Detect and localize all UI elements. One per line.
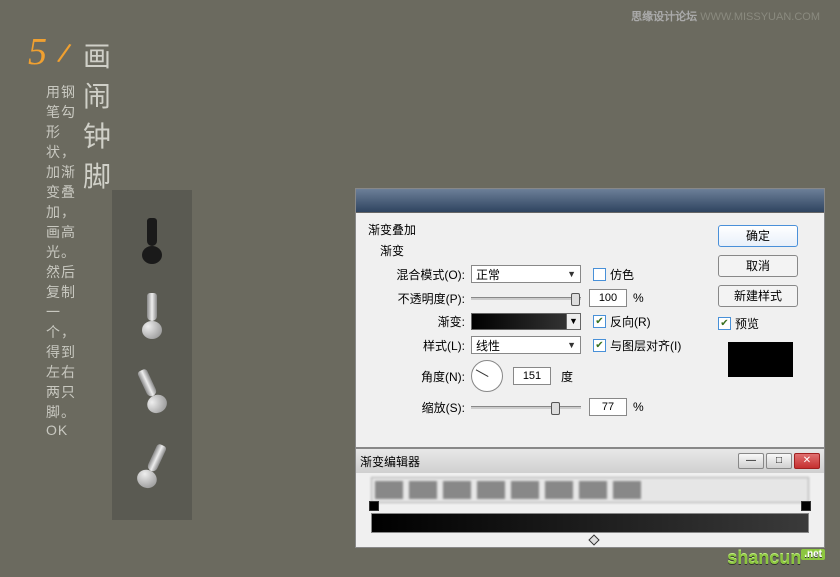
align-checkbox[interactable]: ✔ bbox=[593, 339, 606, 352]
reverse-checkbox[interactable]: ✔ bbox=[593, 315, 606, 328]
style-dropdown[interactable]: 线性▼ bbox=[471, 336, 581, 354]
scale-label: 缩放(S): bbox=[380, 399, 465, 416]
gradient-editor-window: 渐变编辑器 — □ ✕ bbox=[355, 448, 825, 548]
gradient-subsection: 渐变 bbox=[380, 242, 718, 259]
opacity-slider[interactable] bbox=[471, 297, 581, 300]
preview-checkbox[interactable]: ✔ bbox=[718, 317, 731, 330]
angle-unit: 度 bbox=[561, 368, 573, 385]
align-label: 与图层对齐(I) bbox=[610, 337, 681, 354]
new-style-button[interactable]: 新建样式 bbox=[718, 285, 798, 307]
opacity-label: 不透明度(P): bbox=[380, 290, 465, 307]
shancun-watermark: shancun.net bbox=[727, 548, 825, 569]
opacity-stop-left[interactable] bbox=[369, 501, 379, 511]
scale-unit: % bbox=[633, 400, 644, 414]
gradient-label: 渐变: bbox=[380, 313, 465, 330]
step-number: 5 bbox=[28, 30, 47, 74]
preview-swatch bbox=[728, 342, 793, 377]
minimize-button[interactable]: — bbox=[738, 453, 764, 469]
blend-mode-label: 混合模式(O): bbox=[380, 266, 465, 283]
chevron-down-icon: ▼ bbox=[567, 269, 576, 279]
ok-button[interactable]: 确定 bbox=[718, 225, 798, 247]
gradient-overlay-section: 渐变叠加 bbox=[368, 221, 718, 238]
reverse-label: 反向(R) bbox=[610, 313, 651, 330]
cancel-button[interactable]: 取消 bbox=[718, 255, 798, 277]
gradient-bar-editor[interactable] bbox=[371, 513, 809, 533]
gradient-presets[interactable] bbox=[371, 477, 809, 503]
step-description: 用钢笔勾形状，加渐变叠加，画高光。然后复制一个，得到左右两只脚。OK bbox=[46, 82, 76, 438]
preview-label: 预览 bbox=[735, 315, 759, 332]
blend-mode-dropdown[interactable]: 正常▼ bbox=[471, 265, 581, 283]
midpoint-diamond[interactable] bbox=[588, 534, 599, 545]
opacity-input[interactable]: 100 bbox=[589, 289, 627, 307]
gradient-editor-title: 渐变编辑器 bbox=[360, 453, 420, 470]
dither-checkbox[interactable] bbox=[593, 268, 606, 281]
foot-stage-silhouette bbox=[137, 218, 167, 268]
chevron-down-icon: ▼ bbox=[566, 314, 580, 329]
opacity-stop-right[interactable] bbox=[801, 501, 811, 511]
layer-style-dialog: 渐变叠加 渐变 混合模式(O): 正常▼ 仿色 不透明度(P): 100 bbox=[355, 188, 825, 448]
chevron-down-icon: ▼ bbox=[567, 340, 576, 350]
angle-label: 角度(N): bbox=[380, 368, 465, 385]
maximize-button[interactable]: □ bbox=[766, 453, 792, 469]
angle-input[interactable]: 151 bbox=[513, 367, 551, 385]
gradient-picker[interactable]: ▼ bbox=[471, 313, 581, 330]
slash-decoration: / bbox=[55, 38, 73, 71]
foot-stage-final bbox=[128, 439, 176, 497]
header-watermark: 思缘设计论坛 WWW.MISSYUAN.COM bbox=[631, 8, 820, 24]
opacity-unit: % bbox=[633, 291, 644, 305]
foot-preview-panel bbox=[112, 190, 192, 520]
gradient-bar[interactable] bbox=[371, 513, 809, 533]
scale-input[interactable]: 77 bbox=[589, 398, 627, 416]
angle-dial[interactable] bbox=[471, 360, 503, 392]
style-label: 样式(L): bbox=[380, 337, 465, 354]
foot-stage-highlight bbox=[128, 364, 176, 422]
dither-label: 仿色 bbox=[610, 266, 634, 283]
scale-slider[interactable] bbox=[471, 406, 581, 409]
step-title: 画闹钟脚 bbox=[83, 35, 113, 195]
foot-stage-gradient bbox=[137, 293, 167, 343]
close-button[interactable]: ✕ bbox=[794, 453, 820, 469]
dialog-titlebar[interactable] bbox=[356, 189, 824, 213]
